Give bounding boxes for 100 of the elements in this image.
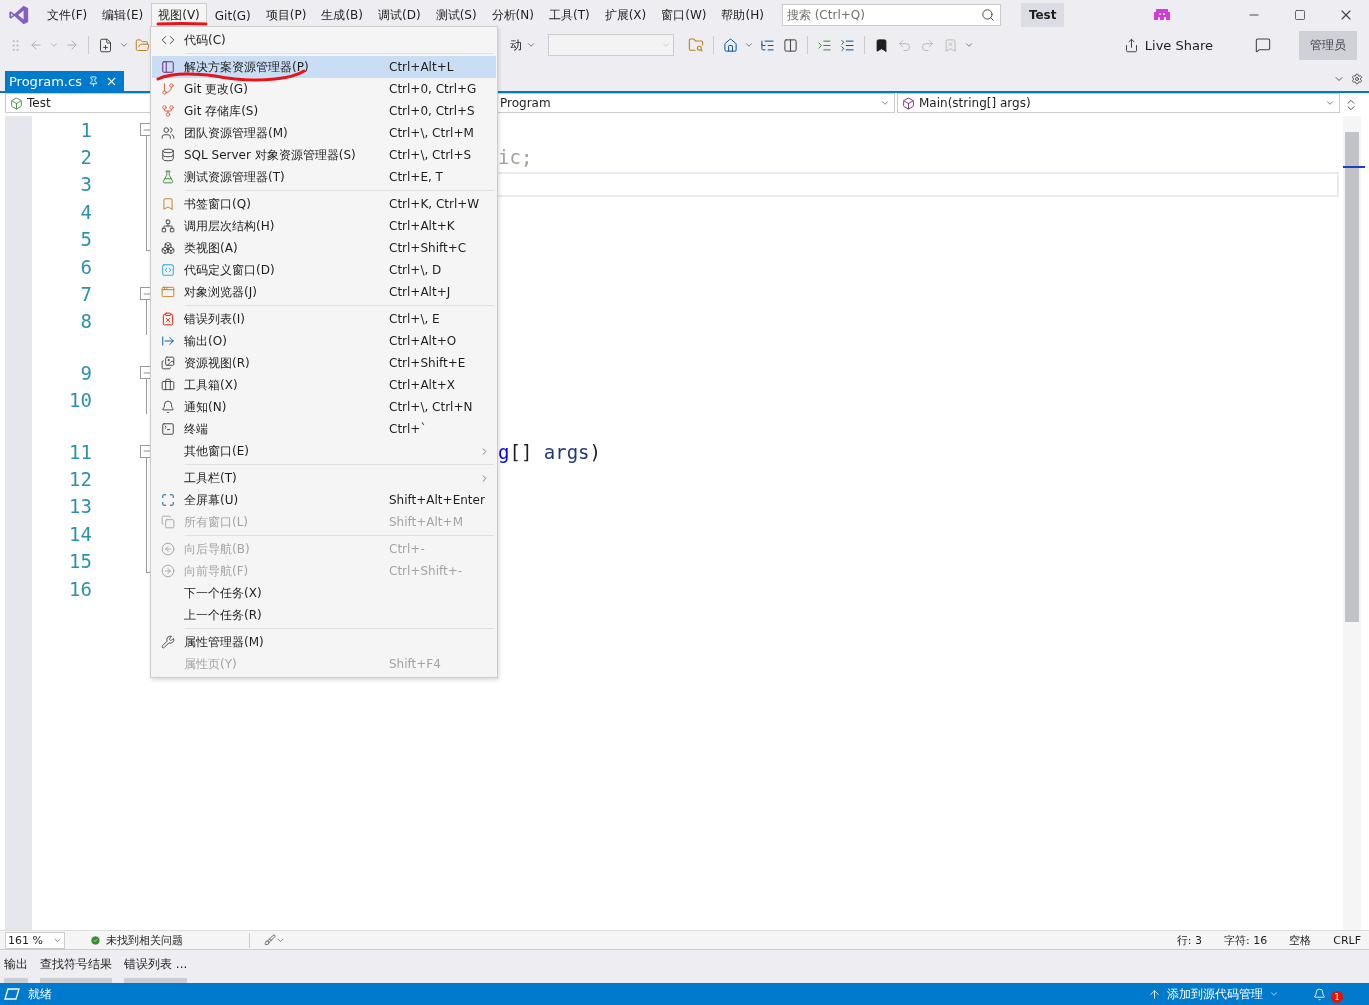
menu-item[interactable]: 下一个任务(X): [152, 582, 496, 604]
account-icon: [1153, 7, 1171, 23]
menu-item[interactable]: 书签窗口(Q) Ctrl+K, Ctrl+W: [152, 193, 496, 215]
menu-item[interactable]: 代码定义窗口(D) Ctrl+\, D: [152, 259, 496, 281]
menu-item[interactable]: 资源视图(R) Ctrl+Shift+E: [152, 352, 496, 374]
images-icon: [161, 356, 175, 370]
line-number: 9: [79, 361, 92, 384]
notifications-button[interactable]: [1313, 987, 1326, 1001]
role-badge: 管理员: [1299, 30, 1357, 60]
project-icon: [10, 96, 23, 110]
bell-icon: [1313, 987, 1326, 1001]
caret-icon: [119, 40, 129, 50]
menu-item[interactable]: 团队资源管理器(M) Ctrl+\, Ctrl+M: [152, 122, 496, 144]
maximize-icon: [1294, 9, 1306, 21]
windows-icon: [161, 515, 175, 529]
menu-title[interactable]: 项目(P): [258, 3, 314, 27]
back-icon: [161, 542, 175, 556]
menu-item[interactable]: 上一个任务(R): [152, 604, 496, 626]
menu-item[interactable]: 调用层次结构(H) Ctrl+Alt+K: [152, 215, 496, 237]
member-dropdown[interactable]: Main(string[] args): [897, 93, 1340, 113]
start-label: 动: [510, 36, 522, 54]
menu-title[interactable]: 生成(B): [314, 3, 370, 27]
menu-item[interactable]: 全屏幕(U) Shift+Alt+Enter: [152, 489, 496, 511]
live-share-button[interactable]: Live Share: [1117, 36, 1219, 54]
caret-icon: [1269, 989, 1279, 999]
menu-title[interactable]: 文件(F): [40, 3, 95, 27]
menu-item[interactable]: 通知(N) Ctrl+\, Ctrl+N: [152, 396, 496, 418]
terminal-icon: [161, 422, 175, 436]
code-icon: [161, 33, 175, 47]
menu-item[interactable]: 输出(O) Ctrl+Alt+O: [152, 330, 496, 352]
document-tab[interactable]: Program.cs: [5, 71, 124, 91]
bookmark-x-icon: [943, 37, 958, 53]
menu-item[interactable]: 解决方案资源管理器(P) Ctrl+Alt+L: [152, 56, 496, 78]
menu-title[interactable]: 工具(T): [541, 3, 597, 27]
menu-title[interactable]: 测试(S): [428, 3, 484, 27]
folder-icon: [135, 37, 150, 53]
menu-item[interactable]: 测试资源管理器(T) Ctrl+E, T: [152, 166, 496, 188]
menu-title[interactable]: 分析(N): [484, 3, 541, 27]
code-window-icon: [161, 263, 175, 277]
menu-item[interactable]: 代码(C): [152, 29, 496, 51]
status-text: 就绪: [28, 985, 52, 1003]
feedback-button[interactable]: [1253, 35, 1273, 55]
line-number: 4: [79, 200, 92, 223]
list-icon: [840, 37, 855, 53]
line-number: 6: [79, 255, 92, 278]
menu-item[interactable]: 属性管理器(M): [152, 631, 496, 653]
menu-item[interactable]: Git 更改(G) Ctrl+0, Ctrl+G: [152, 78, 496, 100]
database-icon: [161, 148, 175, 162]
zoom-dropdown[interactable]: 161 %: [5, 931, 65, 949]
status-icon: [4, 988, 20, 1000]
menu-item[interactable]: 终端 Ctrl+`: [152, 418, 496, 440]
menu-title[interactable]: 扩展(X): [597, 3, 654, 27]
bell-icon: [161, 400, 175, 414]
chat-icon: [1255, 37, 1271, 53]
source-control-button[interactable]: 添加到源代码管理: [1142, 984, 1285, 1004]
caret-icon: [1325, 98, 1335, 108]
tab-title: Program.cs: [9, 73, 82, 89]
menu-item[interactable]: 类视图(A) Ctrl+Shift+C: [152, 237, 496, 259]
menu-title[interactable]: Git(G): [207, 3, 258, 27]
pin-icon[interactable]: [87, 75, 99, 87]
caret-icon: [526, 40, 536, 50]
back-arrow-icon: [897, 37, 912, 53]
line-number: 10: [68, 389, 92, 412]
tree-icon: [760, 37, 775, 53]
cursor-status: CRLF: [1333, 933, 1361, 947]
menu-item[interactable]: 工具栏(T): [152, 467, 496, 489]
clipboard-error-icon: [161, 312, 175, 326]
bookmark-icon: [874, 37, 889, 53]
search-field[interactable]: 搜索 (Ctrl+Q): [781, 4, 1001, 26]
type-dropdown[interactable]: Program: [495, 93, 895, 113]
menu-item[interactable]: 错误列表(I) Ctrl+\, E: [152, 308, 496, 330]
menu-item[interactable]: 工具箱(X) Ctrl+Alt+X: [152, 374, 496, 396]
boxes-icon: [161, 241, 175, 255]
menu-title[interactable]: 调试(D): [371, 3, 428, 27]
menu-item[interactable]: 其他窗口(E): [152, 440, 496, 462]
settings-icon[interactable]: [1351, 73, 1363, 85]
menu-title[interactable]: 视图(V): [151, 3, 207, 27]
menu-item[interactable]: SQL Server 对象资源管理器(S) Ctrl+\, Ctrl+S: [152, 144, 496, 166]
menu-item[interactable]: Git 存储库(S) Ctrl+0, Ctrl+S: [152, 100, 496, 122]
new-file-icon: [98, 37, 113, 53]
line-number: 2: [79, 146, 92, 169]
solution-name: Test: [1020, 3, 1065, 27]
line-number: 14: [68, 522, 92, 545]
menu-item[interactable]: 对象浏览器(J) Ctrl+Alt+J: [152, 281, 496, 303]
cursor-status: 空格: [1289, 932, 1312, 948]
menu-title[interactable]: 帮助(H): [714, 3, 771, 27]
menu-title[interactable]: 窗口(W): [654, 3, 714, 27]
underline-mark: [156, 21, 208, 27]
wrench-icon: [161, 635, 175, 649]
line-number: 7: [79, 283, 92, 306]
menu-title[interactable]: 编辑(E): [95, 3, 151, 27]
line-number: 16: [68, 577, 92, 600]
search-icon: [980, 8, 995, 22]
code-line: ic;: [498, 146, 533, 169]
scroll-thumb[interactable]: [1345, 132, 1359, 622]
code-line: g[] args): [498, 440, 601, 463]
issues-status: 未找到相关问题: [106, 932, 183, 948]
cursor-status: 字符: 16: [1224, 932, 1268, 948]
line-number: 3: [79, 173, 92, 196]
check-icon: [90, 934, 101, 946]
